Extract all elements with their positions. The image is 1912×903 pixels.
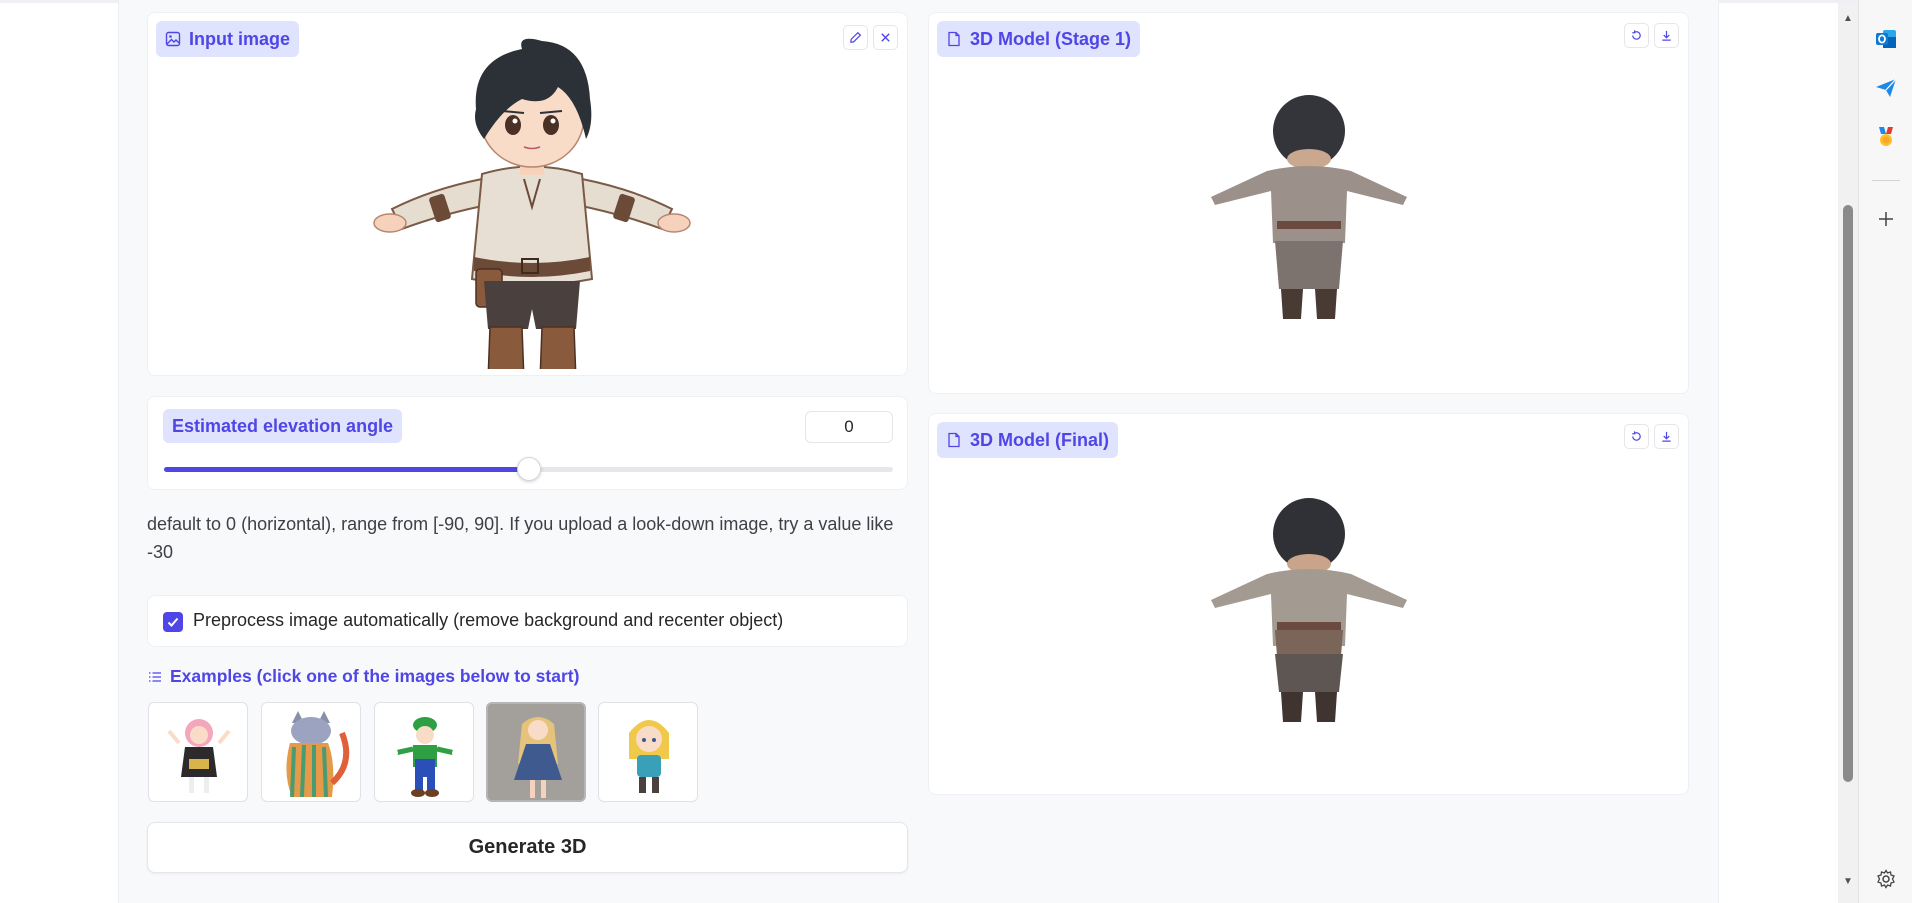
list-icon bbox=[149, 671, 161, 682]
elevation-help-text: default to 0 (horizontal), range from [-… bbox=[147, 514, 894, 562]
model-final-reset-button[interactable] bbox=[1624, 424, 1649, 449]
preprocess-label[interactable]: Preprocess image automatically (remove b… bbox=[193, 610, 783, 631]
examples-title: Examples (click one of the images below … bbox=[170, 666, 580, 686]
example-thumb-4[interactable] bbox=[486, 702, 586, 802]
example-thumb-3[interactable] bbox=[374, 702, 474, 802]
scrollbar-thumb[interactable] bbox=[1843, 205, 1853, 782]
scroll-up-arrow[interactable]: ▲ bbox=[1841, 11, 1855, 25]
model-stage1-panel[interactable]: 3D Model (Stage 1) bbox=[928, 12, 1689, 394]
edit-button[interactable] bbox=[843, 25, 868, 50]
elevation-label: Estimated elevation angle bbox=[172, 415, 394, 436]
input-character-image bbox=[373, 38, 691, 369]
edit-icon bbox=[850, 31, 862, 43]
example-striped-cat bbox=[286, 711, 350, 798]
model-stage1-label: 3D Model (Stage 1) bbox=[970, 28, 1132, 49]
reset-icon bbox=[1632, 431, 1641, 441]
example-blonde-elf bbox=[629, 720, 669, 793]
page: Input image Estimated elevation angle 0 … bbox=[0, 0, 1858, 903]
model-stage1-label-chip: 3D Model (Stage 1) bbox=[937, 21, 1141, 57]
generate-3d-button[interactable]: Generate 3D bbox=[147, 822, 908, 873]
model-final-download-button[interactable] bbox=[1654, 424, 1679, 449]
example-thumb-2[interactable] bbox=[261, 702, 361, 802]
elevation-slider-panel: Estimated elevation angle 0 bbox=[147, 396, 908, 490]
example-luigi bbox=[388, 717, 462, 797]
clear-image-button[interactable] bbox=[873, 25, 898, 50]
send-button[interactable] bbox=[1872, 74, 1900, 102]
example-pink-hair-girl bbox=[167, 719, 231, 793]
model-final-label: 3D Model (Final) bbox=[970, 429, 1109, 450]
model-stage1-reset-button[interactable] bbox=[1624, 23, 1649, 48]
add-sidebar-app-button[interactable] bbox=[1872, 205, 1900, 233]
model-final-panel[interactable]: 3D Model (Final) bbox=[928, 413, 1689, 795]
rewards-button[interactable] bbox=[1872, 123, 1900, 151]
send-icon bbox=[1876, 78, 1897, 97]
file-icon bbox=[948, 432, 960, 448]
sidebar-settings-button[interactable] bbox=[1872, 865, 1900, 893]
elevation-label-chip: Estimated elevation angle bbox=[163, 409, 403, 443]
elevation-number-input[interactable]: 0 bbox=[805, 411, 893, 443]
model-final-render bbox=[1211, 498, 1407, 722]
preprocess-checkbox[interactable] bbox=[163, 612, 183, 632]
outlook-button[interactable] bbox=[1872, 25, 1900, 53]
examples-heading: Examples (click one of the images below … bbox=[148, 666, 579, 687]
settings-icon bbox=[1877, 869, 1895, 889]
input-image-panel[interactable]: Input image bbox=[147, 12, 908, 376]
input-image-label: Input image bbox=[189, 28, 291, 49]
reset-icon bbox=[1632, 30, 1641, 40]
file-icon bbox=[948, 31, 960, 47]
add-icon bbox=[1879, 212, 1893, 226]
close-icon bbox=[881, 33, 890, 42]
elevation-slider-thumb[interactable] bbox=[516, 457, 541, 481]
sidebar-divider bbox=[1872, 180, 1900, 181]
preprocess-panel: Preprocess image automatically (remove b… bbox=[147, 595, 908, 647]
scroll-down-arrow[interactable]: ▼ bbox=[1841, 874, 1855, 888]
elevation-slider-fill bbox=[164, 467, 529, 472]
example-blonde-girl bbox=[488, 704, 584, 800]
input-image-label-chip: Input image bbox=[156, 21, 300, 57]
medal-icon bbox=[1879, 127, 1893, 146]
browser-sidebar bbox=[1858, 0, 1912, 903]
example-thumb-5[interactable] bbox=[598, 702, 698, 802]
outlook-icon bbox=[1876, 30, 1896, 48]
model-final-label-chip: 3D Model (Final) bbox=[937, 422, 1118, 458]
model-stage1-render bbox=[1211, 95, 1407, 319]
download-icon bbox=[1662, 30, 1671, 41]
image-icon bbox=[165, 31, 181, 47]
model-stage1-download-button[interactable] bbox=[1654, 23, 1679, 48]
download-icon bbox=[1662, 431, 1671, 442]
checkmark-icon bbox=[167, 617, 179, 627]
example-thumb-1[interactable] bbox=[148, 702, 248, 802]
